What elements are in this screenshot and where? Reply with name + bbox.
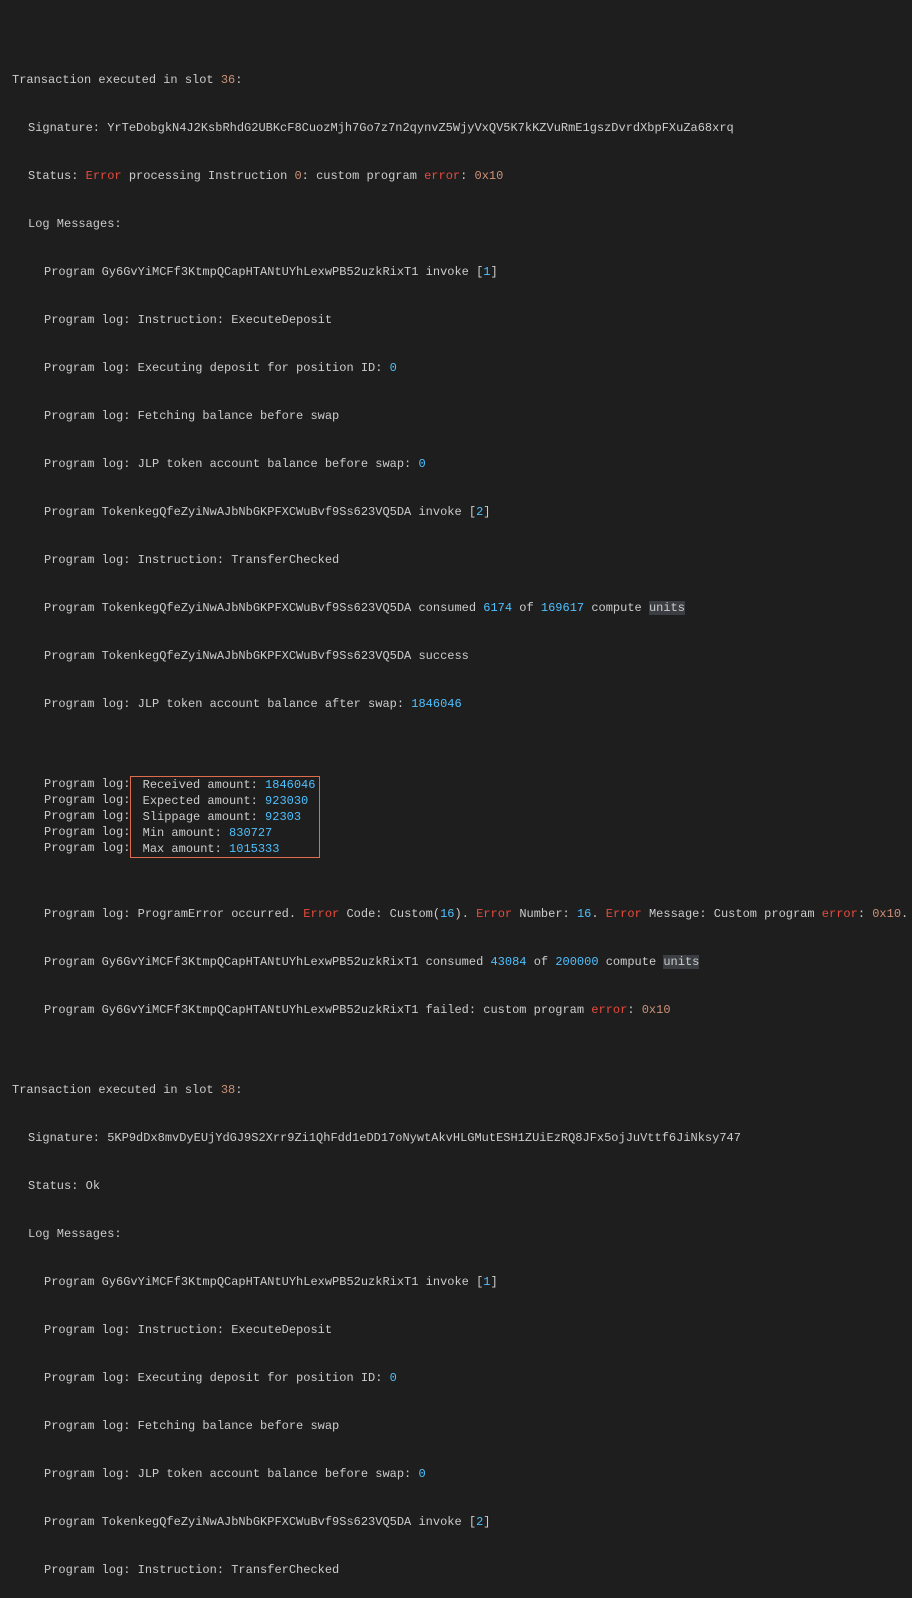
log-line: Program TokenkegQfeZyiNwAJbNbGKPFXCWuBvf… bbox=[0, 648, 912, 664]
status-line: Status: Error processing Instruction 0: … bbox=[0, 168, 912, 184]
log-line: Program log: Fetching balance before swa… bbox=[0, 1418, 912, 1434]
highlight-box-row: Expected amount: 923030 bbox=[135, 793, 315, 809]
log-line: Program log: Executing deposit for posit… bbox=[0, 1370, 912, 1386]
highlight-box-row: Received amount: 1846046 bbox=[135, 777, 315, 793]
signature-line: Signature: YrTeDobgkN4J2KsbRhdG2UBKcF8Cu… bbox=[0, 120, 912, 136]
log-line: Program TokenkegQfeZyiNwAJbNbGKPFXCWuBvf… bbox=[0, 600, 912, 616]
log-line: Program Gy6GvYiMCFf3KtmpQCapHTANtUYhLexw… bbox=[0, 954, 912, 970]
log-line: Program log: JLP token account balance a… bbox=[0, 696, 912, 712]
log-prefix: Program log: bbox=[44, 808, 130, 824]
log-line: Program Gy6GvYiMCFf3KtmpQCapHTANtUYhLexw… bbox=[0, 1002, 912, 1018]
log-line: Program log: Instruction: ExecuteDeposit bbox=[0, 312, 912, 328]
log-line: Program Gy6GvYiMCFf3KtmpQCapHTANtUYhLexw… bbox=[0, 264, 912, 280]
log-messages-label: Log Messages: bbox=[0, 216, 912, 232]
log-line: Program log: JLP token account balance b… bbox=[0, 1466, 912, 1482]
highlight-box: Received amount: 1846046 Expected amount… bbox=[130, 776, 320, 858]
log-prefix: Program log: bbox=[44, 792, 130, 808]
highlight-box-group: Program log:Program log:Program log:Prog… bbox=[0, 776, 912, 858]
log-line: Program log: Instruction: TransferChecke… bbox=[0, 1562, 912, 1578]
log-line: Program TokenkegQfeZyiNwAJbNbGKPFXCWuBvf… bbox=[0, 504, 912, 520]
terminal-output: Transaction executed in slot 36: Signatu… bbox=[0, 0, 912, 1598]
log-line: Program Gy6GvYiMCFf3KtmpQCapHTANtUYhLexw… bbox=[0, 1274, 912, 1290]
highlight-box-row: Max amount: 1015333 bbox=[135, 841, 315, 857]
highlight-box-prefix-col: Program log:Program log:Program log:Prog… bbox=[44, 776, 130, 856]
log-prefix: Program log: bbox=[44, 824, 130, 840]
log-line: Program log: Fetching balance before swa… bbox=[0, 408, 912, 424]
log-prefix: Program log: bbox=[44, 776, 130, 792]
tx-header: Transaction executed in slot 38: bbox=[0, 1082, 912, 1098]
log-line: Program log: Instruction: TransferChecke… bbox=[0, 552, 912, 568]
tx-header: Transaction executed in slot 36: bbox=[0, 72, 912, 88]
status-line: Status: Ok bbox=[0, 1178, 912, 1194]
log-messages-label: Log Messages: bbox=[0, 1226, 912, 1242]
log-line: Program TokenkegQfeZyiNwAJbNbGKPFXCWuBvf… bbox=[0, 1514, 912, 1530]
log-line: Program log: JLP token account balance b… bbox=[0, 456, 912, 472]
log-prefix: Program log: bbox=[44, 840, 130, 856]
log-line: Program log: Instruction: ExecuteDeposit bbox=[0, 1322, 912, 1338]
log-line: Program log: Executing deposit for posit… bbox=[0, 360, 912, 376]
log-line: Program log: ProgramError occurred. Erro… bbox=[0, 906, 912, 922]
signature-line: Signature: 5KP9dDx8mvDyEUjYdGJ9S2Xrr9Zi1… bbox=[0, 1130, 912, 1146]
highlight-box-row: Min amount: 830727 bbox=[135, 825, 315, 841]
highlight-box-row: Slippage amount: 92303 bbox=[135, 809, 315, 825]
